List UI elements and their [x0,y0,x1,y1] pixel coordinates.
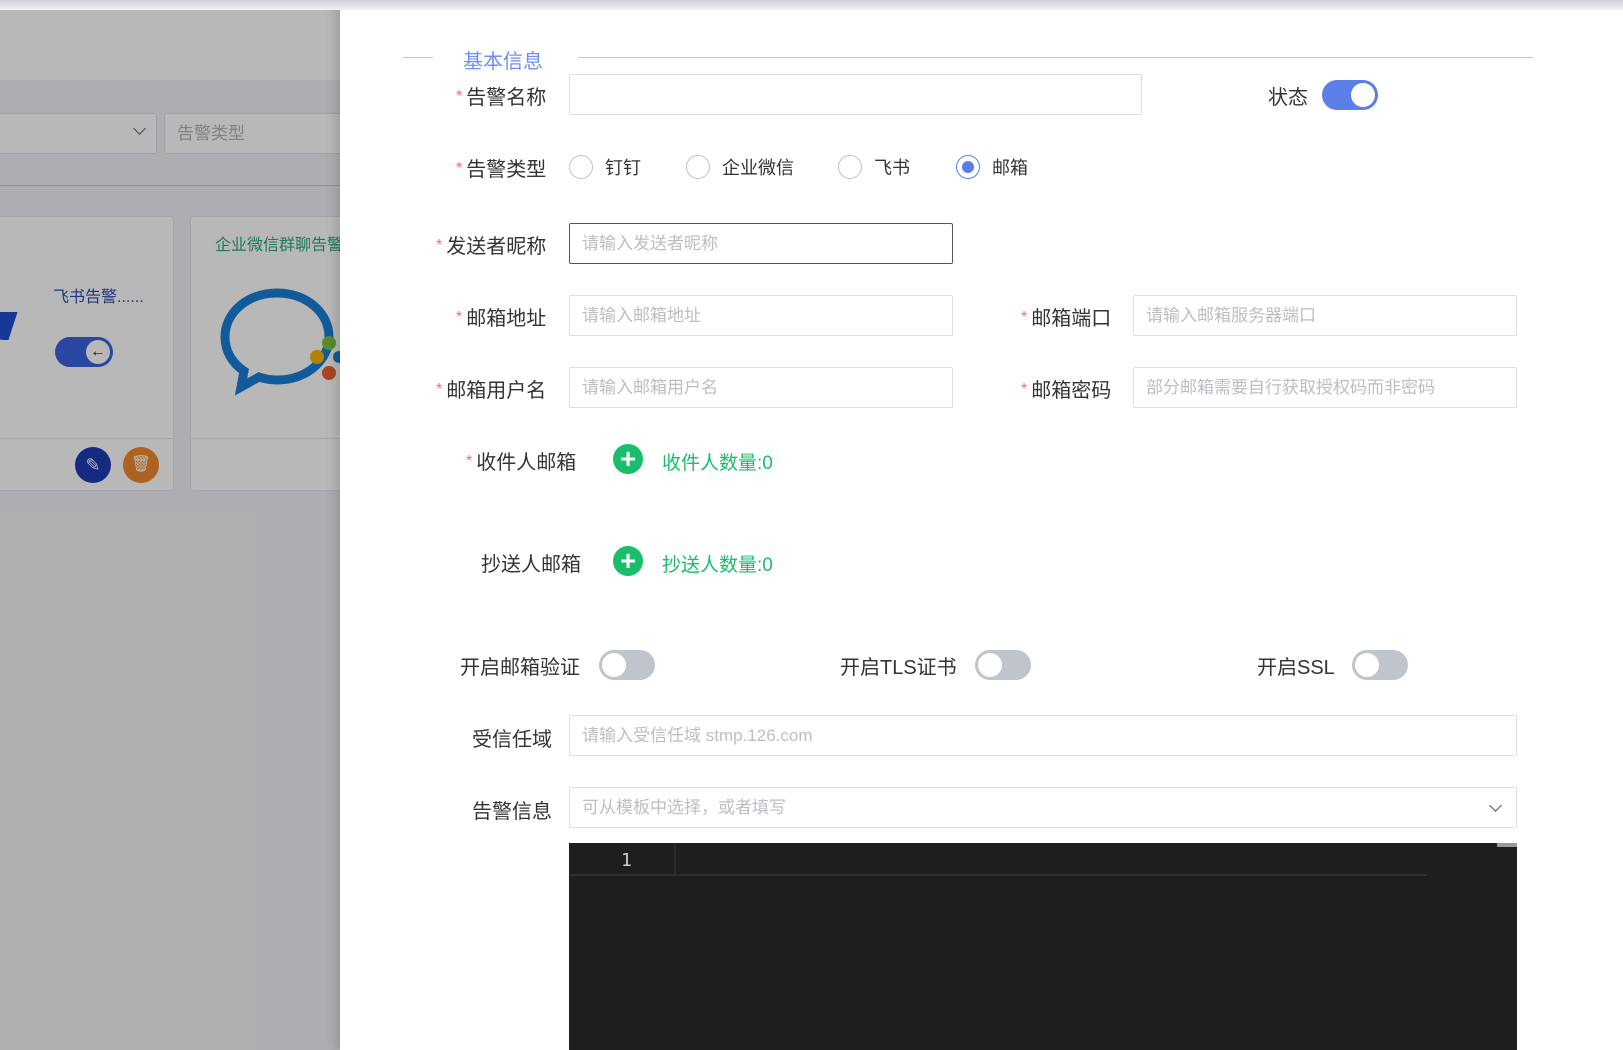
status-switch[interactable] [1322,80,1378,110]
line-number: 1 [621,850,632,871]
email-port-input[interactable]: 请输入邮箱服务器端口 [1133,295,1517,336]
tls-cert-label: 开启TLS证书 [840,657,957,679]
email-username-input[interactable]: 请输入邮箱用户名 [569,367,953,408]
email-address-input[interactable]: 请输入邮箱地址 [569,295,953,336]
alert-name-label: * 告警名称 [456,87,547,109]
section-divider-right [578,57,1533,58]
email-verify-switch[interactable] [599,650,655,680]
alert-info-select[interactable]: 可从模板中选择，或者填写 [569,787,1517,828]
switch-knob [1355,653,1379,677]
recipient-email-label: * 收件人邮箱 [466,452,577,474]
trusted-domain-label: 受信任域 [472,729,552,751]
ssl-switch[interactable] [1352,650,1408,680]
radio-circle [569,155,593,179]
email-address-label: * 邮箱地址 [456,308,547,330]
email-username-label: * 邮箱用户名 [436,380,547,402]
alert-type-radio-dingtalk[interactable]: 钉钉 [569,154,641,180]
recipient-count: 收件人数量:0 [662,453,773,474]
message-code-editor[interactable]: 1 [569,843,1517,1050]
sender-nickname-label: * 发送者昵称 [436,236,547,258]
add-cc-button[interactable]: + [613,546,643,576]
radio-circle [686,155,710,179]
ssl-label: 开启SSL [1257,657,1335,679]
section-divider-left [403,57,433,58]
email-verify-label: 开启邮箱验证 [460,657,580,679]
email-password-label: * 邮箱密码 [1021,380,1112,402]
section-title: 基本信息 [463,51,543,73]
sender-nickname-input[interactable]: 请输入发送者昵称 [569,223,953,264]
switch-knob [1351,83,1375,107]
alert-type-label: * 告警类型 [456,159,547,181]
gutter-separator [674,843,676,874]
email-port-label: * 邮箱端口 [1021,308,1112,330]
tls-cert-switch[interactable] [975,650,1031,680]
status-label: 状态 [1268,87,1308,109]
alert-info-label: 告警信息 [472,801,552,823]
email-password-input[interactable]: 部分邮箱需要自行获取授权码而非密码 [1133,367,1517,408]
drawer-top-edge [0,0,1623,10]
alert-name-input[interactable] [569,74,1142,115]
cc-email-label: 抄送人邮箱 [481,554,581,576]
alert-type-radio-feishu[interactable]: 飞书 [838,154,910,180]
chevron-down-icon [1489,799,1502,812]
trusted-domain-input[interactable]: 请输入受信任域 stmp.126.com [569,715,1517,756]
alert-type-radio-wecom[interactable]: 企业微信 [686,154,794,180]
alert-type-radio-email[interactable]: 邮箱 [956,154,1028,180]
editor-scrollbar[interactable] [1497,843,1517,847]
radio-circle [956,155,980,179]
modal-overlay[interactable] [0,0,340,1050]
switch-knob [978,653,1002,677]
alert-info-placeholder: 可从模板中选择，或者填写 [582,798,786,817]
active-line-highlight [569,874,1427,876]
radio-circle [838,155,862,179]
add-recipient-button[interactable]: + [613,444,643,474]
cc-count: 抄送人数量:0 [662,555,773,576]
switch-knob [602,653,626,677]
